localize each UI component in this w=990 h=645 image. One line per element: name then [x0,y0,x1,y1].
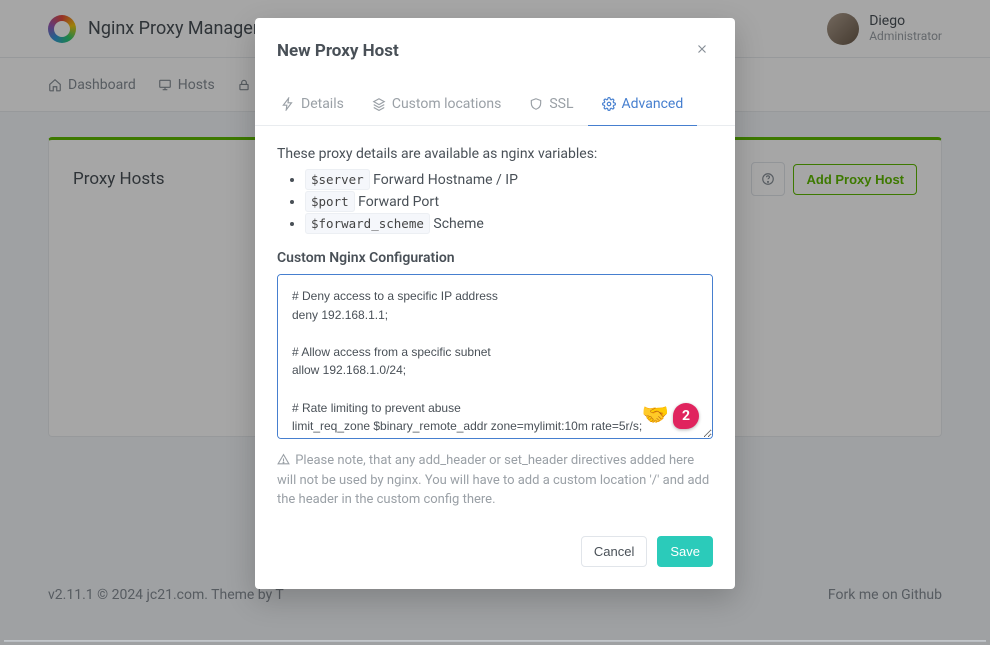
var-server-code: $server [305,169,370,190]
modal-title: New Proxy Host [277,41,399,61]
layers-icon [372,97,386,111]
window-resize-edge[interactable] [4,640,986,642]
var-server: $server Forward Hostname / IP [305,172,713,188]
nginx-vars-list: $server Forward Hostname / IP $port Forw… [305,172,713,232]
cancel-button[interactable]: Cancel [581,536,647,567]
tab-details[interactable]: Details [267,83,358,126]
settings-icon [602,97,616,111]
shield-icon [529,97,543,111]
config-note: Please note, that any add_header or set_… [277,451,713,510]
tab-advanced-label: Advanced [622,96,684,112]
tab-advanced[interactable]: Advanced [588,83,698,126]
tab-ssl-label: SSL [549,96,573,112]
tab-ssl[interactable]: SSL [515,83,587,126]
var-port-label: Forward Port [358,194,439,210]
zap-icon [281,97,295,111]
var-port: $port Forward Port [305,194,713,210]
custom-nginx-config-input[interactable] [277,274,713,439]
save-button[interactable]: Save [657,536,713,567]
tab-custom-locations-label: Custom locations [392,96,502,112]
var-server-label: Forward Hostname / IP [373,172,518,188]
modal-close-button[interactable] [691,36,713,65]
alert-triangle-icon [277,453,290,466]
advanced-intro: These proxy details are available as ngi… [277,146,713,162]
close-icon [695,42,709,56]
config-note-text: Please note, that any add_header or set_… [277,453,709,507]
modal-tabs: Details Custom locations SSL Advanced [255,83,735,126]
tab-custom-locations[interactable]: Custom locations [358,83,516,126]
new-proxy-host-modal: New Proxy Host Details Custom locations … [255,18,735,589]
config-label: Custom Nginx Configuration [277,250,713,266]
var-port-code: $port [305,191,355,212]
var-scheme-label: Scheme [433,216,483,232]
var-scheme: $forward_scheme Scheme [305,216,713,232]
tab-details-label: Details [301,96,344,112]
var-scheme-code: $forward_scheme [305,213,430,234]
